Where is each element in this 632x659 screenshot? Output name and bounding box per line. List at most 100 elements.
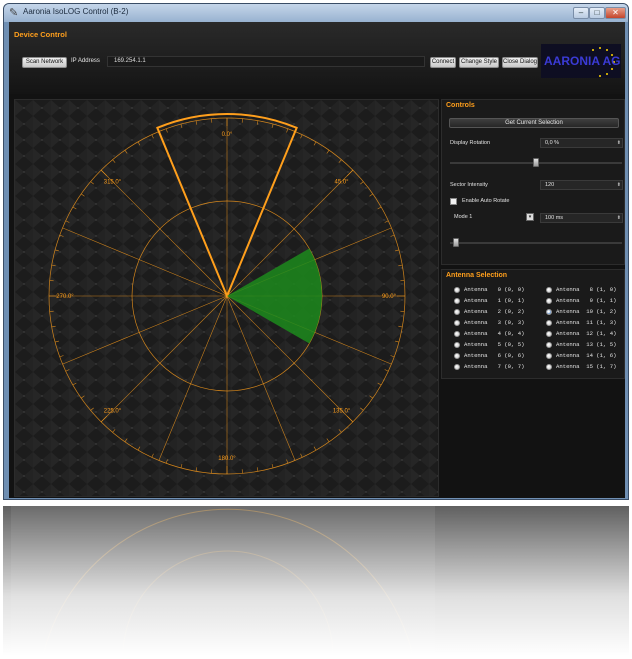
antenna-option[interactable]: Antenna 3 (0, 3) [454, 319, 524, 327]
antenna-option-label: Antenna 8 (1, 0) [556, 286, 617, 293]
radio-button[interactable] [454, 308, 460, 315]
controls-panel: Controls Get Current Selection Display R… [441, 99, 625, 265]
radio-button[interactable] [546, 341, 552, 348]
antenna-option[interactable]: Antenna 1 (0, 1) [454, 297, 524, 305]
angle-label: 0.0° [222, 132, 233, 138]
sector-intensity-spinbox[interactable]: 120 ⬍ [540, 180, 623, 190]
angle-label: 180.0° [218, 456, 236, 462]
sector-intensity-value: 120 [545, 182, 555, 188]
antenna-option[interactable]: Antenna 8 (1, 0) [546, 286, 616, 294]
auto-rotate-label: Enable Auto Rotate [462, 198, 510, 204]
ip-address-input[interactable]: 169.254.1.1 [107, 56, 425, 67]
window-title: Aaronia IsoLOG Control (B-2) [23, 7, 129, 16]
radio-button[interactable] [454, 341, 460, 348]
get-current-selection-button[interactable]: Get Current Selection [449, 118, 619, 128]
display-rotation-label: Display Rotation [450, 140, 491, 146]
antenna-option-label: Antenna 5 (0, 5) [464, 341, 525, 348]
angle-label: 315.0° [104, 179, 122, 185]
radio-button[interactable] [454, 330, 460, 337]
client-area: Device Control Scan Network IP Address 1… [9, 22, 625, 498]
device-control-panel: Device Control Scan Network IP Address 1… [9, 22, 625, 94]
spin-arrows-icon[interactable]: ⬍ [617, 181, 621, 189]
radio-button[interactable] [546, 330, 552, 337]
window-close-button[interactable]: ✕ [605, 7, 626, 19]
antenna-option-label: Antenna 15 (1, 7) [556, 363, 617, 370]
mode-select[interactable]: Mode 1 [450, 213, 534, 223]
maximize-button[interactable]: □ [589, 7, 605, 19]
screenshot-stage: ✎ Aaronia IsoLOG Control (B-2) – □ ✕ Dev… [0, 0, 632, 659]
app-window: ✎ Aaronia IsoLOG Control (B-2) – □ ✕ Dev… [3, 3, 629, 500]
antenna-option[interactable]: Antenna 7 (0, 7) [454, 363, 524, 371]
auto-rotate-checkbox[interactable] [450, 198, 457, 205]
interval-slider-track[interactable] [450, 242, 622, 244]
antenna-option[interactable]: Antenna 2 (0, 2) [454, 308, 524, 316]
antenna-option[interactable]: Antenna 5 (0, 5) [454, 341, 524, 349]
antenna-option-label: Antenna 10 (1, 2) [556, 308, 617, 315]
radio-button[interactable] [454, 352, 460, 359]
antenna-selection-title: Antenna Selection [446, 272, 508, 279]
antenna-option[interactable]: Antenna 15 (1, 7) [546, 363, 616, 371]
antenna-option-label: Antenna 0 (0, 0) [464, 286, 525, 293]
radar-svg[interactable]: 0.0° 45.0° 90.0° 135.0° 180.0° 225.0° 270.0° 31… [15, 100, 439, 497]
radio-button[interactable] [546, 352, 552, 359]
radio-button[interactable] [546, 319, 552, 326]
radio-button[interactable] [546, 308, 552, 315]
reflection-graphic [3, 506, 629, 656]
radio-button[interactable] [454, 297, 460, 304]
window-reflection [3, 506, 629, 656]
mode-value: Mode 1 [454, 214, 473, 220]
spin-arrows-icon[interactable]: ⬍ [617, 214, 621, 222]
antenna-option[interactable]: Antenna 4 (0, 4) [454, 330, 524, 338]
radio-button[interactable] [546, 363, 552, 370]
minimize-button[interactable]: – [573, 7, 589, 19]
interval-value: 100 ms [545, 215, 564, 221]
antenna-selection-panel: Antenna Selection Antenna 0 (0, 0) Antenn… [441, 269, 625, 379]
sector-intensity-label: Sector Intensity [450, 182, 488, 188]
angle-label: 270.0° [56, 294, 74, 300]
display-rotation-spinbox[interactable]: 0,0 % ⬍ [540, 138, 623, 148]
aaronia-logo: AARONIA AG [541, 44, 621, 78]
radar-display[interactable]: 0.0° 45.0° 90.0° 135.0° 180.0° 225.0° 270.0° 31… [14, 99, 439, 497]
title-bar[interactable]: ✎ Aaronia IsoLOG Control (B-2) – □ ✕ [4, 4, 628, 22]
antenna-option-label: Antenna 7 (0, 7) [464, 363, 525, 370]
antenna-option[interactable]: Antenna 13 (1, 5) [546, 341, 616, 349]
close-dialog-button[interactable]: Close Dialog [502, 57, 538, 68]
chevron-down-icon[interactable]: ▾ [526, 213, 534, 221]
antenna-option[interactable]: Antenna 6 (0, 6) [454, 352, 524, 360]
antenna-option-label: Antenna 12 (1, 4) [556, 330, 617, 337]
antenna-option-label: Antenna 14 (1, 6) [556, 352, 617, 359]
rotation-slider-handle[interactable] [533, 158, 539, 167]
antenna-option-label: Antenna 9 (1, 1) [556, 297, 617, 304]
connect-button[interactable]: Connect [430, 57, 456, 68]
angle-label: 45.0° [335, 179, 350, 185]
angle-label: 90.0° [382, 294, 397, 300]
change-style-button[interactable]: Change Style [459, 57, 499, 68]
antenna-option[interactable]: Antenna 9 (1, 1) [546, 297, 616, 305]
antenna-option[interactable]: Antenna 10 (1, 2) [546, 308, 616, 316]
antenna-option-label: Antenna 13 (1, 5) [556, 341, 617, 348]
antenna-option[interactable]: Antenna 0 (0, 0) [454, 286, 524, 294]
app-icon: ✎ [9, 7, 19, 19]
spin-arrows-icon[interactable]: ⬍ [617, 139, 621, 147]
antenna-option-label: Antenna 6 (0, 6) [464, 352, 525, 359]
device-control-title: Device Control [14, 30, 67, 39]
interval-spinbox[interactable]: 100 ms ⬍ [540, 213, 623, 223]
antenna-option[interactable]: Antenna 11 (1, 3) [546, 319, 616, 327]
radio-button[interactable] [454, 286, 460, 293]
scan-network-button[interactable]: Scan Network [22, 57, 67, 68]
antenna-option-label: Antenna 4 (0, 4) [464, 330, 525, 337]
interval-slider-handle[interactable] [453, 238, 460, 247]
antenna-option[interactable]: Antenna 12 (1, 4) [546, 330, 616, 338]
logo-text: AARONIA AG [544, 54, 620, 68]
antenna-option-label: Antenna 3 (0, 3) [464, 319, 525, 326]
controls-title: Controls [446, 102, 475, 109]
display-rotation-value: 0,0 % [545, 140, 560, 146]
antenna-option[interactable]: Antenna 14 (1, 6) [546, 352, 616, 360]
antenna-option-label: Antenna 2 (0, 2) [464, 308, 525, 315]
radio-button[interactable] [454, 319, 460, 326]
radio-button[interactable] [546, 297, 552, 304]
angle-label: 225.0° [104, 409, 122, 415]
radio-button[interactable] [454, 363, 460, 370]
antenna-option-label: Antenna 11 (1, 3) [556, 319, 617, 326]
radio-button[interactable] [546, 286, 552, 293]
